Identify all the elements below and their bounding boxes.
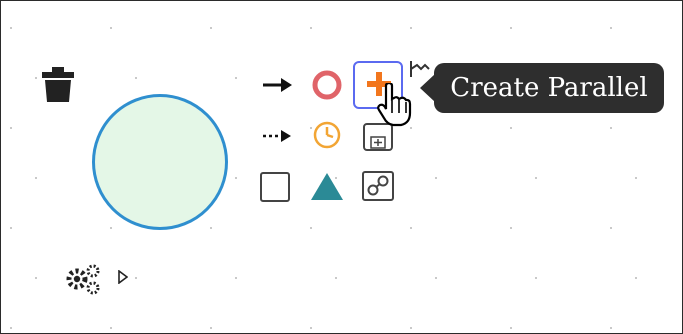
tooltip: Create Parallel — [434, 63, 664, 113]
grid-dot — [310, 27, 312, 29]
settings-gear-icon[interactable] — [65, 261, 105, 301]
diagram-canvas[interactable]: Create Parallel — [0, 0, 683, 334]
task-icon[interactable] — [259, 171, 293, 207]
grid-dot — [35, 177, 37, 179]
tooltip-arrow — [420, 74, 435, 102]
grid-dot — [35, 77, 37, 79]
grid-dot — [35, 277, 37, 279]
grid-dot — [335, 277, 337, 279]
grid-dot — [635, 177, 637, 179]
grid-dot — [610, 27, 612, 29]
sequence-flow-arrow-icon[interactable] — [261, 71, 295, 103]
grid-dot — [610, 327, 612, 329]
grid-dot — [435, 277, 437, 279]
grid-dot — [610, 127, 612, 129]
grid-dot — [235, 77, 237, 79]
grid-dot — [110, 227, 112, 229]
grid-dot — [310, 327, 312, 329]
grid-dot — [410, 227, 412, 229]
end-event-icon[interactable] — [310, 68, 344, 106]
grid-dot — [310, 227, 312, 229]
grid-dot — [235, 277, 237, 279]
grid-dot — [135, 77, 137, 79]
timer-event-icon[interactable] — [311, 119, 343, 155]
grid-dot — [210, 327, 212, 329]
grid-dot — [635, 277, 637, 279]
grid-dot — [410, 327, 412, 329]
grid-dot — [10, 227, 12, 229]
expand-triangle-icon[interactable] — [118, 269, 129, 288]
grid-dot — [510, 127, 512, 129]
grid-dot — [210, 227, 212, 229]
grid-dot — [510, 27, 512, 29]
message-flow-arrow-icon[interactable] — [261, 122, 295, 154]
delete-icon[interactable] — [41, 67, 75, 107]
grid-dot — [610, 227, 612, 229]
grid-dot — [510, 327, 512, 329]
grid-dot — [10, 27, 12, 29]
grid-dot — [535, 277, 537, 279]
pointer-hand-icon — [377, 81, 413, 131]
grid-dot — [10, 127, 12, 129]
gateway-triangle-icon[interactable] — [309, 169, 345, 207]
grid-dot — [235, 177, 237, 179]
grid-dot — [435, 177, 437, 179]
grid-dot — [510, 227, 512, 229]
start-event-shape[interactable] — [92, 94, 228, 230]
grid-dot — [410, 27, 412, 29]
grid-dot — [210, 27, 212, 29]
grid-dot — [110, 327, 112, 329]
grid-dot — [10, 327, 12, 329]
grid-dot — [110, 27, 112, 29]
link-icon[interactable] — [361, 170, 395, 206]
grid-dot — [135, 277, 137, 279]
grid-dot — [535, 177, 537, 179]
